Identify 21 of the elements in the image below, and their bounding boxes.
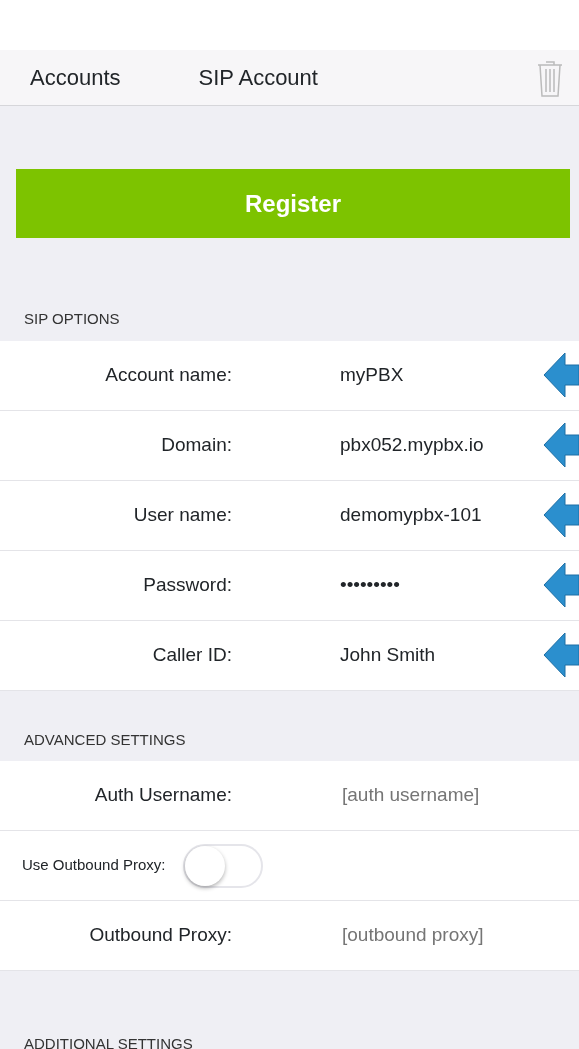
- field-value[interactable]: pbx052.mypbx.io: [340, 430, 484, 460]
- field-label: Caller ID:: [151, 642, 232, 667]
- field-label: Use Outbound Proxy:: [22, 855, 166, 876]
- back-link[interactable]: Accounts: [30, 61, 121, 94]
- input-field[interactable]: [outbound proxy]: [340, 920, 540, 951]
- field-label: Domain:: [160, 432, 232, 457]
- section-header: ADDITIONAL SETTINGS: [23, 1034, 194, 1049]
- section-header: SIP OPTIONS: [23, 309, 121, 329]
- section-header: ADVANCED SETTINGS: [23, 729, 187, 750]
- field-label: Password:: [142, 572, 232, 597]
- field-value[interactable]: •••••••••: [340, 570, 400, 600]
- nav-title: SIP Account: [198, 64, 318, 92]
- field-label: Account name:: [104, 362, 232, 387]
- field-value[interactable]: myPBX: [340, 360, 404, 390]
- toggle-switch[interactable]: [183, 843, 264, 888]
- field-label: Auth Username:: [93, 783, 232, 808]
- field-value[interactable]: demomypbx-101: [340, 500, 482, 530]
- field-label: User name:: [132, 502, 232, 527]
- field-value[interactable]: John Smith: [340, 640, 436, 670]
- field-label: Outbound Proxy:: [88, 923, 232, 948]
- input-field[interactable]: [auth username]: [340, 780, 540, 811]
